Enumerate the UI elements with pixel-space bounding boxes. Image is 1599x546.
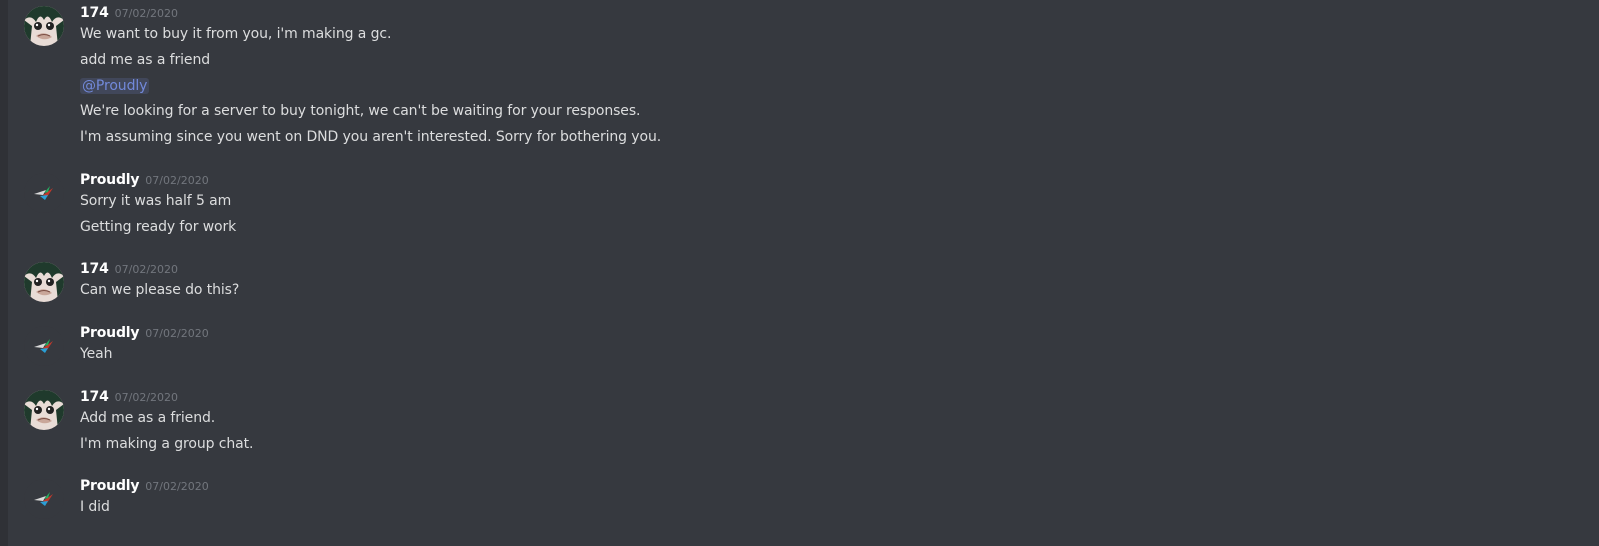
message-text: @Proudly — [80, 75, 150, 97]
username[interactable]: Proudly — [80, 325, 139, 341]
left-rail — [0, 0, 8, 546]
message-text: Can we please do this? — [80, 282, 240, 298]
username[interactable]: Proudly — [80, 478, 139, 494]
message-text: Getting ready for work — [80, 219, 237, 235]
username[interactable]: Proudly — [80, 172, 139, 188]
message-text: I did — [80, 499, 110, 515]
username[interactable]: 174 — [80, 5, 109, 21]
bird-logo-avatar-icon[interactable] — [24, 173, 64, 213]
message-text: I'm assuming since you went on DND you a… — [80, 129, 662, 145]
bird-logo-avatar-icon[interactable] — [24, 479, 64, 519]
message-header: 174 07/02/2020 — [80, 2, 178, 24]
message-text: Sorry it was half 5 am — [80, 193, 232, 209]
message-text: We're looking for a server to buy tonigh… — [80, 103, 641, 119]
frog-girl-avatar-icon[interactable] — [24, 262, 64, 302]
message-header: Proudly 07/02/2020 — [80, 322, 209, 344]
timestamp: 07/02/2020 — [145, 480, 209, 493]
timestamp: 07/02/2020 — [145, 327, 209, 340]
bird-logo-avatar-icon[interactable] — [24, 326, 64, 366]
username[interactable]: 174 — [80, 261, 109, 277]
message-text: We want to buy it from you, i'm making a… — [80, 26, 392, 42]
username[interactable]: 174 — [80, 389, 109, 405]
message-header: Proudly 07/02/2020 — [80, 169, 209, 191]
timestamp: 07/02/2020 — [114, 7, 179, 20]
timestamp: 07/02/2020 — [145, 174, 209, 187]
message-text: add me as a friend — [80, 52, 211, 68]
message-text: Yeah — [80, 346, 113, 362]
message-header: Proudly 07/02/2020 — [80, 475, 209, 497]
message-header: 174 07/02/2020 — [80, 386, 178, 408]
message-text: Add me as a friend. — [80, 410, 216, 426]
timestamp: 07/02/2020 — [114, 263, 179, 276]
frog-girl-avatar-icon[interactable] — [24, 6, 64, 46]
frog-girl-avatar-icon[interactable] — [24, 390, 64, 430]
user-mention[interactable]: @Proudly — [80, 78, 150, 94]
message-list: 174 07/02/2020 We want to buy it from you… — [8, 0, 1599, 546]
message-text: I'm making a group chat. — [80, 436, 254, 452]
timestamp: 07/02/2020 — [114, 391, 179, 404]
message-header: 174 07/02/2020 — [80, 258, 178, 280]
